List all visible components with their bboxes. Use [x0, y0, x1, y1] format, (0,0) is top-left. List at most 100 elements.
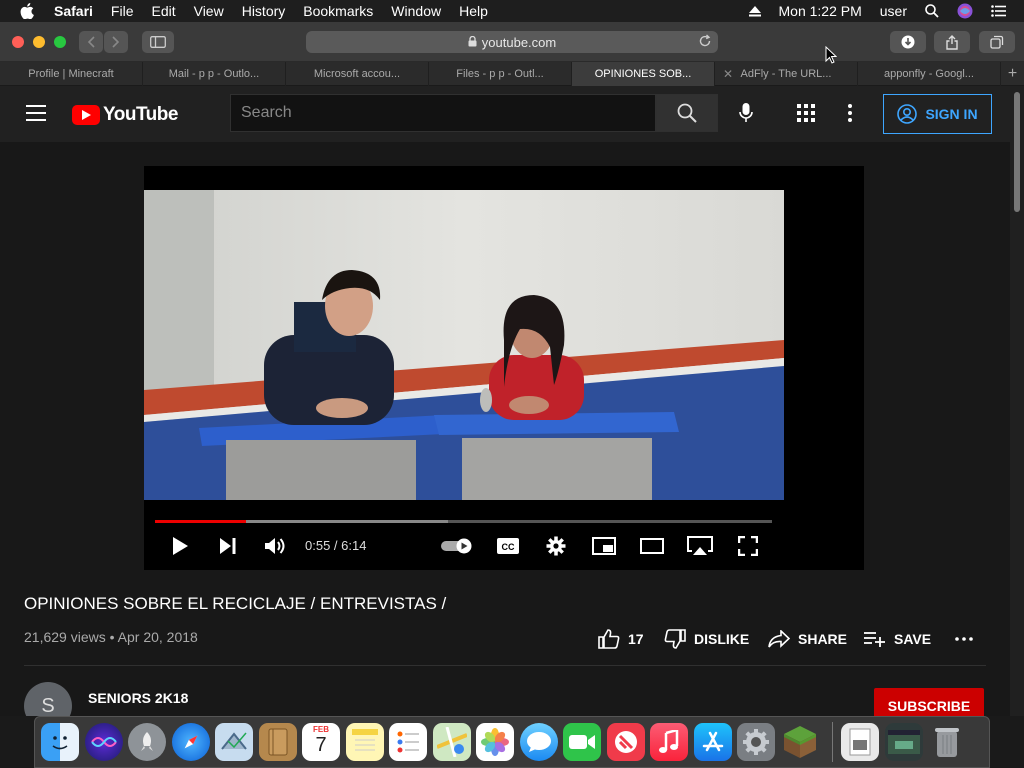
system-preferences-icon[interactable]: [737, 723, 775, 761]
calendar-month: FEB: [313, 725, 329, 734]
youtube-header: YouTube Search SIGN IN: [0, 86, 1010, 142]
news-icon[interactable]: [606, 723, 645, 761]
thumbs-down-icon: [664, 629, 686, 649]
dock: FEB 7: [34, 716, 990, 768]
tab-minecraft-profile[interactable]: Profile | Minecraft: [0, 62, 143, 86]
settings-more-vert-icon[interactable]: [847, 104, 863, 124]
menu-bookmarks[interactable]: Bookmarks: [303, 3, 373, 19]
next-video-icon[interactable]: [216, 532, 240, 560]
url-text: youtube.com: [481, 34, 557, 50]
spotlight-search-icon[interactable]: [925, 4, 939, 18]
screenshot-icon[interactable]: [884, 723, 923, 761]
video-player[interactable]: 0:55 / 6:14 CC: [144, 166, 864, 570]
youtube-apps-grid-icon[interactable]: [797, 104, 817, 124]
like-count: 17: [628, 631, 644, 647]
miniplayer-icon[interactable]: [591, 532, 617, 560]
scrollbar-thumb[interactable]: [1014, 92, 1020, 212]
address-bar[interactable]: youtube.com: [306, 31, 718, 53]
minecraft-icon[interactable]: [781, 723, 819, 761]
closed-captions-icon[interactable]: CC: [496, 532, 520, 560]
settings-gear-icon[interactable]: [544, 532, 568, 560]
dislike-button[interactable]: DISLIKE: [664, 627, 749, 651]
menu-help[interactable]: Help: [459, 3, 488, 19]
zoom-window-button[interactable]: [54, 36, 66, 48]
voice-search-mic-icon[interactable]: [731, 98, 761, 128]
menu-user[interactable]: user: [880, 3, 907, 19]
more-actions-icon[interactable]: [955, 627, 981, 651]
volume-icon[interactable]: [262, 532, 288, 560]
eject-icon[interactable]: [748, 5, 761, 17]
hamburger-menu-icon[interactable]: [26, 105, 46, 121]
search-icon: [677, 103, 697, 123]
save-playlist-button[interactable]: SAVE: [864, 627, 931, 651]
tab-close-icon[interactable]: ✕: [723, 67, 733, 81]
subscribe-button[interactable]: SUBSCRIBE: [874, 688, 984, 716]
siri-menu-icon[interactable]: [957, 3, 973, 19]
music-icon[interactable]: [650, 723, 688, 761]
page-scrollbar[interactable]: [1010, 86, 1024, 716]
launchpad-icon[interactable]: [128, 723, 166, 761]
search-input[interactable]: Search: [230, 94, 656, 132]
video-title: OPINIONES SOBRE EL RECICLAJE / ENTREVIST…: [24, 594, 447, 613]
reminders-icon[interactable]: [389, 723, 427, 761]
reload-icon[interactable]: [698, 34, 712, 51]
video-meta: 21,629 views • Apr 20, 2018: [24, 629, 198, 645]
maps-icon[interactable]: [432, 723, 471, 761]
video-frame[interactable]: [144, 190, 784, 500]
menu-history[interactable]: History: [242, 3, 286, 19]
sign-in-button[interactable]: SIGN IN: [883, 94, 992, 134]
app-store-icon[interactable]: [693, 723, 732, 761]
minimize-window-button[interactable]: [33, 36, 45, 48]
mail-icon[interactable]: [215, 723, 253, 761]
airplay-icon[interactable]: [686, 532, 714, 560]
menu-view[interactable]: View: [194, 3, 224, 19]
lock-icon: [468, 35, 477, 50]
notification-center-icon[interactable]: [991, 5, 1006, 17]
calendar-day: 7: [315, 734, 327, 756]
facetime-icon[interactable]: [563, 723, 601, 761]
messages-icon[interactable]: [519, 723, 558, 761]
channel-name[interactable]: SENIORS 2K18: [88, 690, 188, 706]
tab-label: Microsoft accou...: [313, 68, 401, 80]
progress-bar-played[interactable]: [155, 520, 246, 523]
tab-outlook-mail[interactable]: Mail - p p - Outlo...: [143, 62, 286, 86]
share-button[interactable]: [934, 31, 970, 53]
tab-outlook-files[interactable]: Files - p p - Outl...: [429, 62, 572, 86]
like-button[interactable]: 17: [598, 627, 644, 651]
notes-icon[interactable]: [345, 723, 384, 761]
menu-app-name[interactable]: Safari: [54, 3, 93, 19]
menu-edit[interactable]: Edit: [151, 3, 175, 19]
tab-microsoft-account[interactable]: Microsoft accou...: [286, 62, 429, 86]
new-tab-button[interactable]: +: [1001, 62, 1024, 85]
tab-youtube-active[interactable]: OPINIONES SOB...: [572, 62, 715, 86]
calendar-icon[interactable]: FEB 7: [302, 723, 340, 761]
play-icon[interactable]: [168, 532, 192, 560]
trash-icon[interactable]: [928, 723, 966, 761]
forward-button[interactable]: [104, 31, 128, 53]
downloads-button[interactable]: [890, 31, 926, 53]
menu-file[interactable]: File: [111, 3, 134, 19]
finder-icon[interactable]: [41, 723, 79, 761]
tab-apponfly[interactable]: apponfly - Googl...: [858, 62, 1001, 86]
theater-mode-icon[interactable]: [639, 532, 665, 560]
notes-book-icon[interactable]: [258, 723, 297, 761]
share-video-button[interactable]: SHARE: [768, 627, 847, 651]
close-window-button[interactable]: [12, 36, 24, 48]
tab-bar: Profile | Minecraft Mail - p p - Outlo..…: [0, 62, 1024, 86]
playlist-add-icon: [864, 632, 885, 647]
autoplay-toggle-icon[interactable]: [439, 532, 475, 560]
sidebar-toggle-button[interactable]: [142, 31, 174, 53]
menu-window[interactable]: Window: [391, 3, 441, 19]
youtube-logo[interactable]: YouTube: [72, 104, 178, 126]
apple-menu-icon[interactable]: [18, 0, 36, 22]
photos-icon[interactable]: [476, 723, 514, 761]
preview-icon[interactable]: [841, 723, 879, 761]
back-button[interactable]: [79, 31, 103, 53]
search-button[interactable]: [656, 94, 718, 132]
siri-icon[interactable]: [84, 723, 123, 761]
menu-clock[interactable]: Mon 1:22 PM: [779, 3, 862, 19]
tab-overview-button[interactable]: [979, 31, 1015, 53]
safari-icon[interactable]: [171, 723, 210, 761]
fullscreen-icon[interactable]: [736, 532, 760, 560]
channel-avatar[interactable]: S: [24, 682, 72, 716]
